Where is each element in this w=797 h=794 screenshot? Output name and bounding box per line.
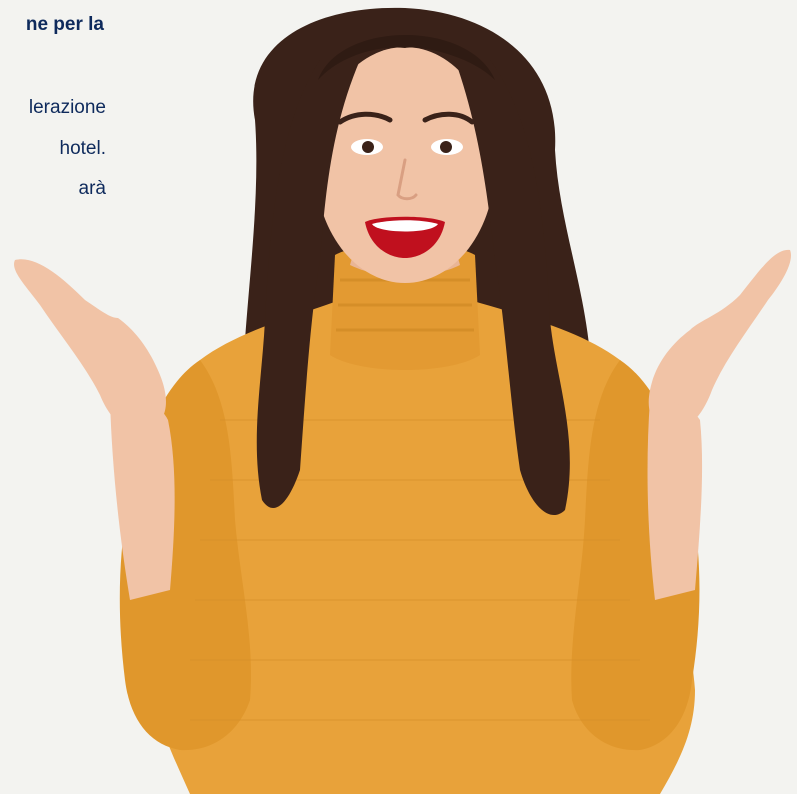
- right-forearm: [647, 399, 703, 600]
- left-forearm: [110, 398, 175, 600]
- woman-photo: [14, 7, 791, 794]
